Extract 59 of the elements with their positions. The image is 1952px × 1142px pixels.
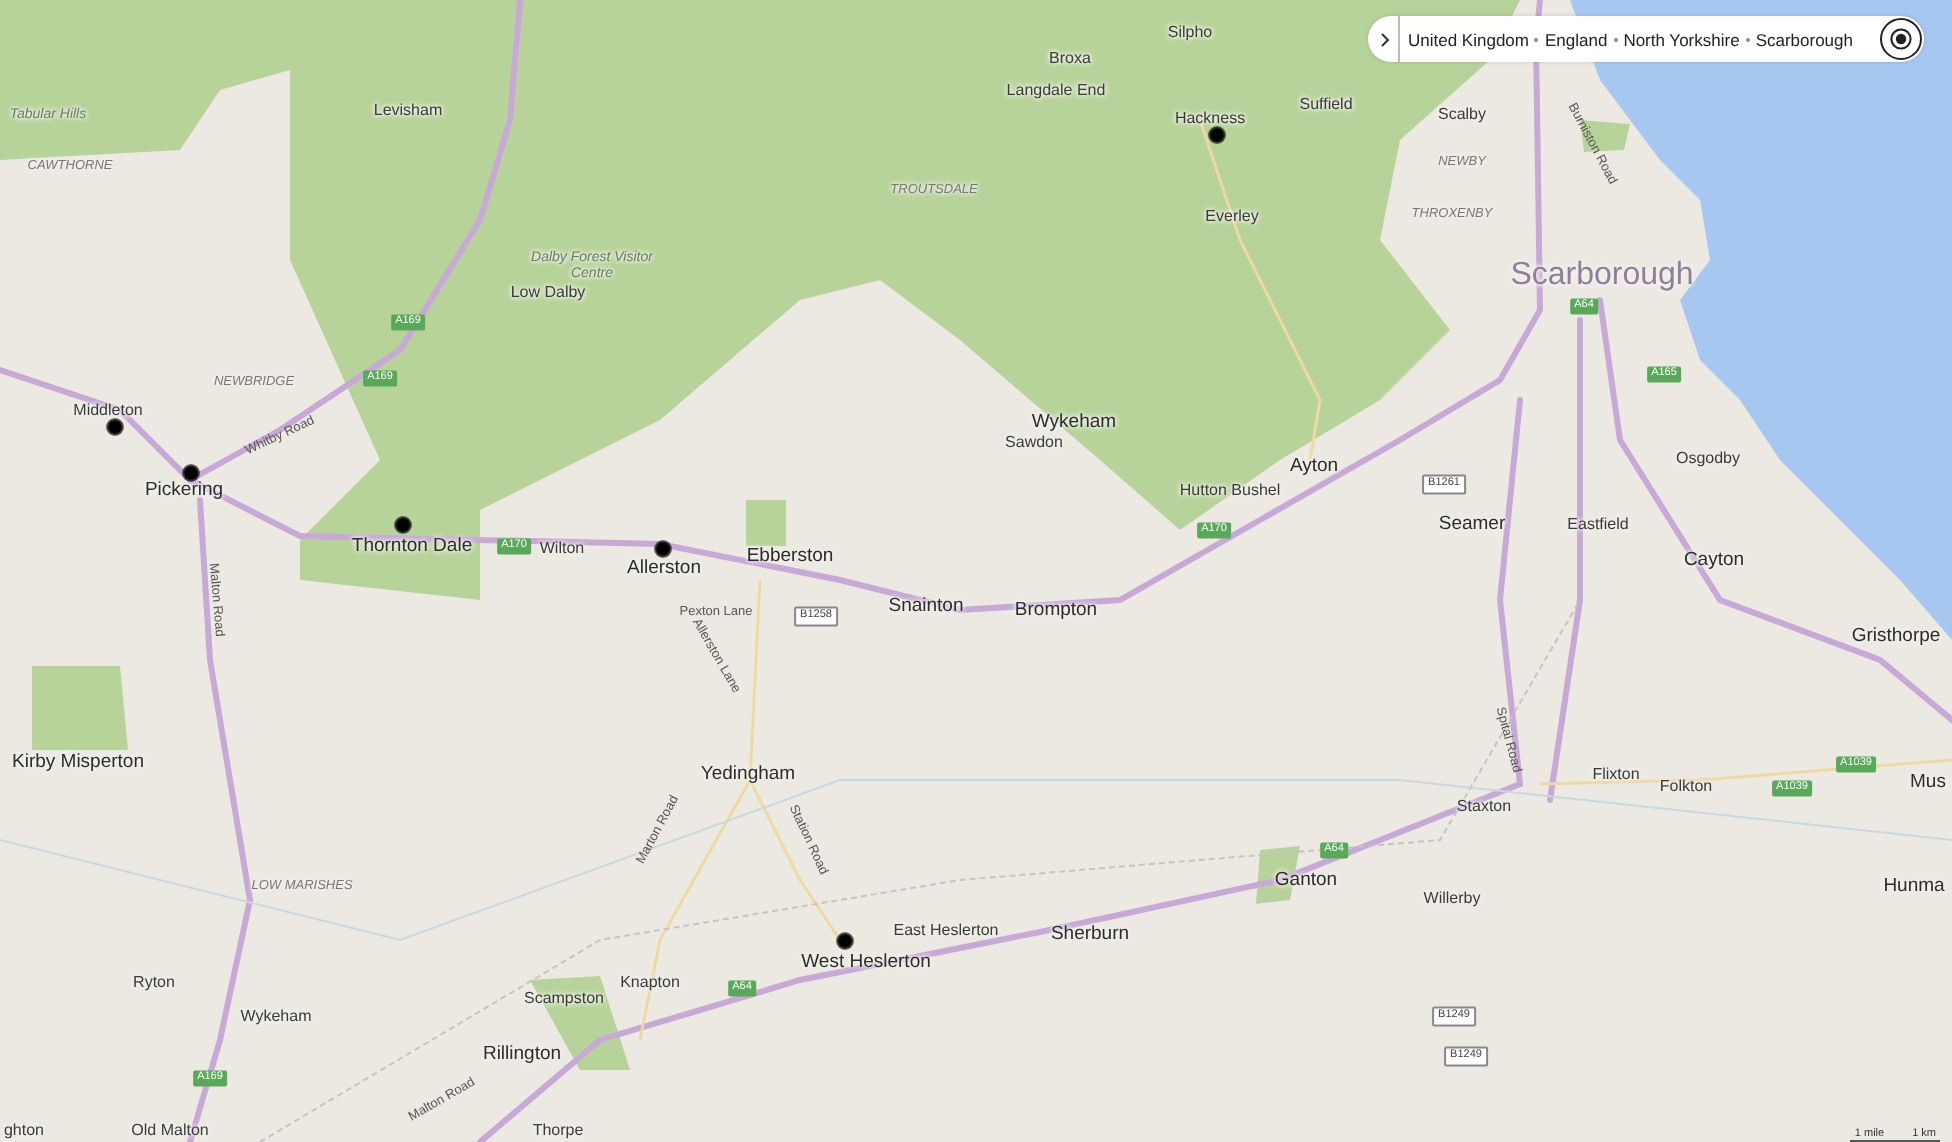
place-label: Willerby — [1423, 889, 1481, 907]
place-label: Snainton — [888, 595, 964, 617]
place-label: Flixton — [1592, 765, 1640, 783]
place-label: Ayton — [1289, 455, 1339, 477]
place-label: Hackness — [1174, 109, 1246, 127]
chevron-icon — [1380, 31, 1390, 47]
place-label: Sherburn — [1050, 923, 1130, 945]
place-label: ghton — [3, 1121, 45, 1139]
pin-icon[interactable] — [182, 464, 200, 482]
place-label: Yedingham — [700, 763, 796, 785]
place-label: Middleton — [73, 401, 143, 419]
place-label: Hunma — [1883, 875, 1945, 897]
place-label: Ganton — [1274, 869, 1338, 891]
place-label: Broxa — [1049, 49, 1091, 67]
place-label: Gristhorpe — [1851, 625, 1941, 647]
place-label: Levisham — [373, 101, 443, 119]
place-label: Mus — [1910, 771, 1946, 793]
place-label: Wykeham — [1031, 411, 1117, 433]
place-label: Everley — [1205, 207, 1259, 225]
breadcrumb-link[interactable]: North Yorkshire — [1623, 29, 1740, 49]
pin-icon[interactable] — [654, 540, 672, 558]
breadcrumb-link[interactable]: England — [1544, 29, 1608, 49]
place-label: Eastfield — [1567, 515, 1629, 533]
place-label: Allerston — [627, 557, 701, 579]
place-label: Scampston — [523, 989, 605, 1007]
pin-icon[interactable] — [394, 516, 412, 534]
place-label: Pickering — [144, 479, 224, 501]
place-label: Rillington — [482, 1043, 562, 1065]
locate-button[interactable] — [1880, 18, 1922, 60]
place-label: Thorpe — [532, 1121, 584, 1139]
place-label: East Heslerton — [893, 921, 999, 939]
locate-icon — [1890, 28, 1912, 50]
place-label: Seamer — [1438, 513, 1506, 535]
place-label: Kirby Misperton — [12, 751, 144, 773]
place-label: Old Malton — [131, 1121, 209, 1139]
place-label: Staxton — [1456, 797, 1512, 815]
place-label: Low Dalby — [510, 283, 586, 301]
place-label: Cayton — [1683, 549, 1745, 571]
pin-icon[interactable] — [836, 932, 854, 950]
place-label: Wykeham — [240, 1007, 312, 1025]
place-label: Ebberston — [746, 545, 834, 567]
place-label: Knapton — [620, 973, 680, 991]
place-label: Sawdon — [1005, 433, 1063, 451]
place-label: Silpho — [1167, 23, 1213, 41]
place-label: Osgodby — [1675, 449, 1741, 467]
pin-icon[interactable] — [1208, 126, 1226, 144]
place-label: Ryton — [133, 973, 175, 991]
breadcrumb-link[interactable]: United Kingdom — [1408, 29, 1529, 49]
place-label: Folkton — [1659, 777, 1713, 795]
place-label: Langdale End — [1006, 81, 1106, 99]
place-label: Scalby — [1438, 105, 1486, 123]
place-label: Thornton Dale — [351, 535, 473, 557]
place-label: Suffield — [1299, 95, 1353, 113]
place-label: Wilton — [539, 539, 585, 557]
place-label: West Heslerton — [801, 951, 931, 973]
pin-icon[interactable] — [106, 418, 124, 436]
place-label: Hutton Bushel — [1179, 481, 1281, 499]
place-label: Brompton — [1014, 599, 1098, 621]
breadcrumb-link[interactable]: Scarborough — [1755, 29, 1853, 49]
